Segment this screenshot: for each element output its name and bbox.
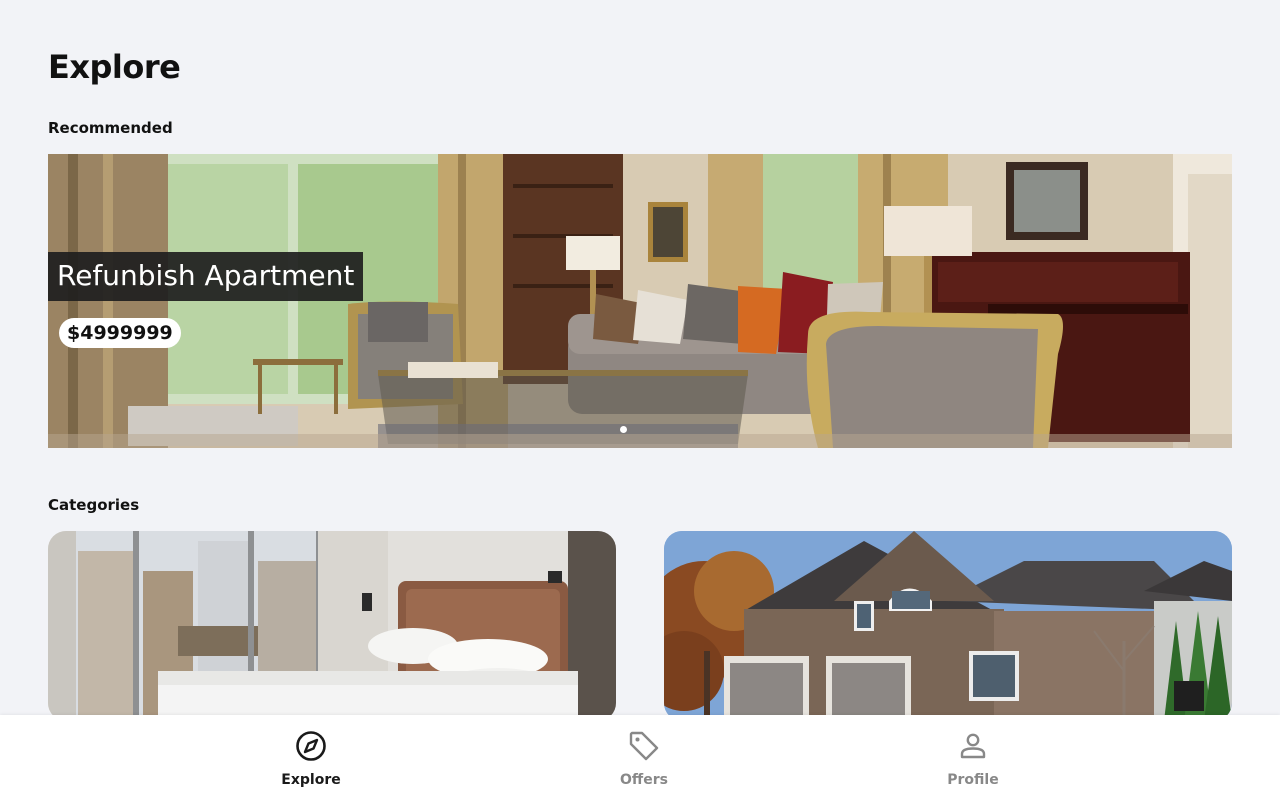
carousel-dot-active[interactable]: [620, 426, 627, 433]
recommended-section-title: Recommended: [48, 119, 173, 137]
nav-item-offers[interactable]: Offers: [584, 729, 704, 788]
listing-title: Refunbish Apartment: [48, 252, 364, 301]
category-card-apartment[interactable]: [48, 531, 616, 721]
nav-item-profile[interactable]: Profile: [913, 729, 1033, 788]
recommended-carousel[interactable]: Refunbish Apartment $4999999: [48, 154, 1232, 448]
user-icon: [960, 733, 986, 759]
house-exterior-photo: [664, 531, 1232, 721]
category-card-house[interactable]: [664, 531, 1232, 721]
nav-label-offers: Offers: [620, 772, 668, 788]
page-title: Explore: [48, 48, 181, 86]
bedroom-photo: [48, 531, 616, 721]
living-room-photo: [48, 154, 1232, 448]
carousel-indicator: [620, 426, 627, 433]
nav-label-explore: Explore: [281, 772, 341, 788]
bottom-nav: Explore Offers Profile: [0, 715, 1280, 800]
compass-icon: [296, 731, 326, 761]
listing-price-badge: $4999999: [59, 318, 181, 348]
nav-item-explore[interactable]: Explore: [251, 729, 371, 788]
nav-label-profile: Profile: [947, 772, 999, 788]
tag-icon: [629, 731, 659, 761]
categories-section-title: Categories: [48, 496, 140, 514]
